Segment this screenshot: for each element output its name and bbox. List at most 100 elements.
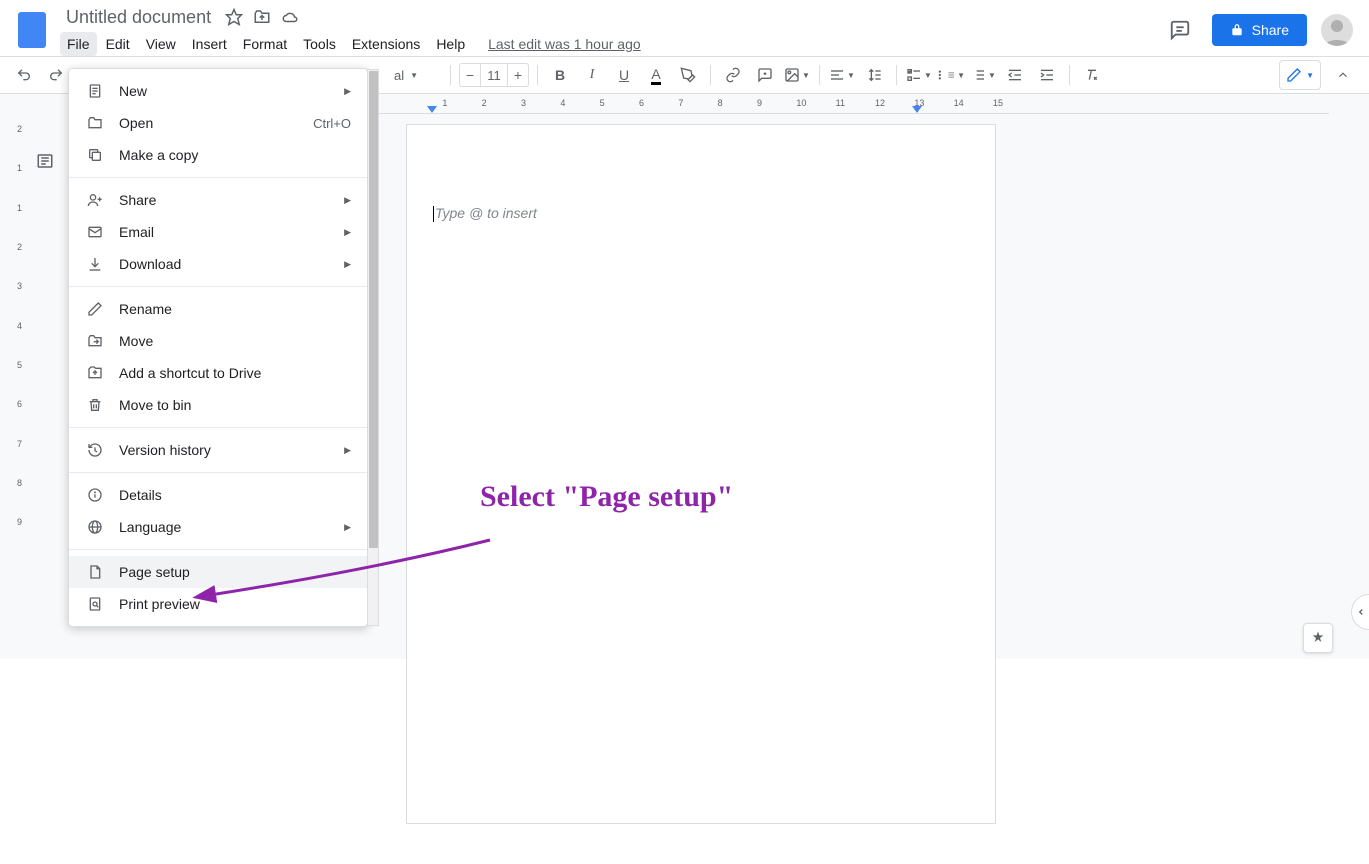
menu-item-label: Page setup [119,564,190,580]
show-outline-button[interactable] [36,152,58,174]
menu-item-label: Make a copy [119,147,198,163]
menu-item-label: Move to bin [119,397,191,413]
submenu-arrow-icon: ▶ [344,445,351,456]
move-to-icon[interactable] [253,8,271,26]
comments-icon[interactable] [1162,12,1198,48]
pencil-icon [1286,67,1302,83]
menu-edit[interactable]: Edit [99,32,137,56]
increase-indent-button[interactable] [1033,61,1061,89]
cloud-status-icon[interactable] [281,8,299,26]
menu-separator [69,472,367,473]
bold-button[interactable]: B [546,61,574,89]
menu-file[interactable]: File [60,32,97,56]
menu-separator [69,427,367,428]
file-menu-download[interactable]: Download ▶ [69,248,367,280]
ruler-tick: 2 [8,124,22,134]
trash-icon [85,395,105,415]
file-menu-move[interactable]: Move [69,325,367,357]
font-family-select[interactable]: al▼ [388,61,442,89]
line-spacing-button[interactable] [860,61,888,89]
separator [710,65,711,85]
menu-item-label: Version history [119,442,211,458]
ruler-tick: 5 [8,360,22,370]
separator [450,65,451,85]
decrease-indent-button[interactable] [1001,61,1029,89]
separator [537,65,538,85]
docs-logo[interactable] [12,10,52,50]
submenu-arrow-icon: ▶ [344,259,351,270]
ruler-tick: 6 [8,399,22,409]
menu-item-label: Add a shortcut to Drive [119,365,261,381]
star-icon[interactable] [225,8,243,26]
separator [1069,65,1070,85]
text-cursor [433,206,434,222]
font-size-increase[interactable]: + [508,67,528,83]
menu-item-label: Open [119,115,153,131]
menu-insert[interactable]: Insert [185,32,234,56]
file-menu-version-history[interactable]: Version history ▶ [69,434,367,466]
insert-comment-button[interactable] [751,61,779,89]
editing-mode-button[interactable]: ▼ [1279,60,1321,90]
text-color-button[interactable]: A [642,61,670,89]
document-page[interactable]: Type @ to insert [406,124,996,824]
clear-formatting-button[interactable] [1078,61,1106,89]
menu-view[interactable]: View [139,32,183,56]
last-edit-link[interactable]: Last edit was 1 hour ago [488,36,641,52]
menu-extensions[interactable]: Extensions [345,32,427,56]
ruler-tick: 1 [8,163,22,173]
file-menu-new[interactable]: New ▶ [69,75,367,107]
underline-button[interactable]: U [610,61,638,89]
scrollbar-thumb[interactable] [369,71,378,548]
file-menu-open[interactable]: Open Ctrl+O [69,107,367,139]
menu-item-label: New [119,83,147,99]
redo-button[interactable] [42,61,70,89]
file-menu-add-a-shortcut-to-drive[interactable]: Add a shortcut to Drive [69,357,367,389]
file-menu-move-to-bin[interactable]: Move to bin [69,389,367,421]
menu-item-label: Language [119,519,181,535]
numbered-list-button[interactable]: ▼ [969,61,997,89]
highlight-color-button[interactable] [674,61,702,89]
docs-logo-icon [18,12,46,48]
mail-icon [85,222,105,242]
move-icon [85,331,105,351]
file-menu-email[interactable]: Email▶ [69,216,367,248]
insert-image-button[interactable]: ▼ [783,61,811,89]
share-label: Share [1252,22,1289,38]
bulleted-list-button[interactable]: ▼ [937,61,965,89]
menu-item-label: Email [119,224,154,240]
file-menu-share[interactable]: Share▶ [69,184,367,216]
submenu-arrow-icon: ▶ [344,86,351,97]
vertical-ruler[interactable]: 21123456789 [8,124,22,659]
file-menu-make-a-copy[interactable]: Make a copy [69,139,367,171]
header-right: Share [1162,12,1353,48]
lock-icon [1230,23,1244,37]
document-title[interactable]: Untitled document [60,5,217,30]
font-size-decrease[interactable]: − [460,67,480,83]
undo-button[interactable] [10,61,38,89]
explore-button[interactable] [1303,623,1333,653]
copy-icon [85,145,105,165]
ruler-tick: 9 [8,517,22,527]
menu-help[interactable]: Help [429,32,472,56]
menu-tools[interactable]: Tools [296,32,343,56]
submenu-arrow-icon: ▶ [344,195,351,206]
doc-icon [85,81,105,101]
menu-item-label: Download [119,256,181,272]
collapse-toolbar-button[interactable] [1329,61,1357,89]
ruler-tick: 4 [8,321,22,331]
ruler-tick: 1 [8,203,22,213]
font-size-value[interactable]: 11 [480,64,508,86]
file-menu-rename[interactable]: Rename [69,293,367,325]
menu-shortcut: Ctrl+O [313,116,351,131]
menu-item-label: Rename [119,301,172,317]
menu-format[interactable]: Format [236,32,294,56]
italic-button[interactable]: I [578,61,606,89]
share-button[interactable]: Share [1212,14,1307,46]
font-size-stepper[interactable]: − 11 + [459,63,529,87]
checklist-button[interactable]: ▼ [905,61,933,89]
shortcut-icon [85,363,105,383]
avatar[interactable] [1321,14,1353,46]
align-button[interactable]: ▼ [828,61,856,89]
separator [896,65,897,85]
insert-link-button[interactable] [719,61,747,89]
